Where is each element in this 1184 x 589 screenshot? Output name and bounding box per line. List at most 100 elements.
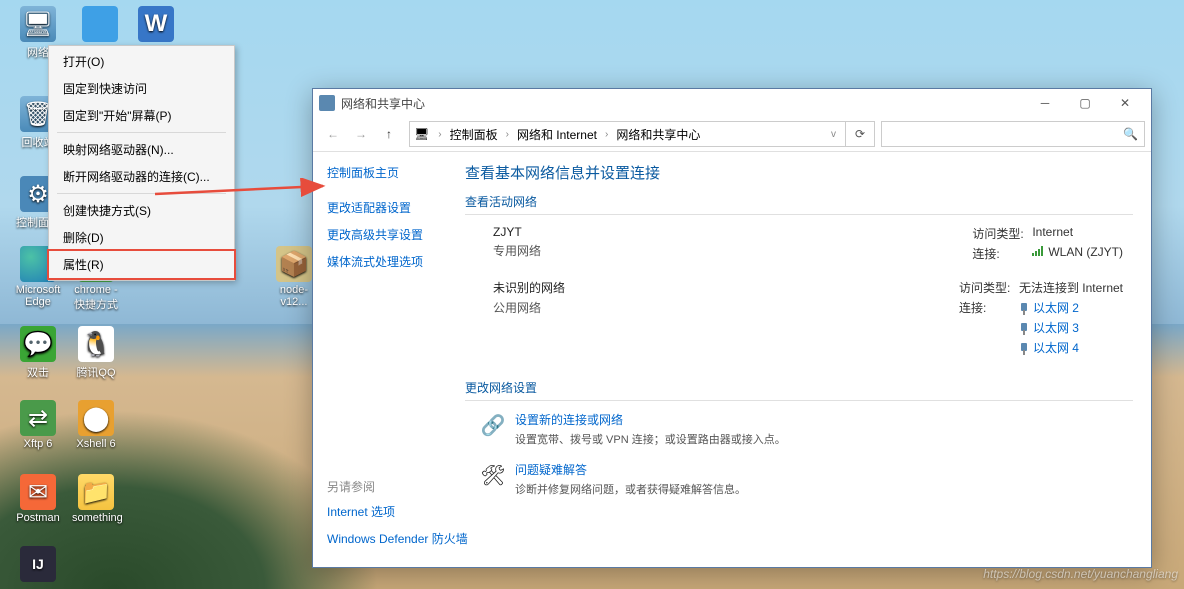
network-sharing-window: 网络和共享中心 ─ ▢ ✕ ← → ↑ 🖥 › 控制面板 › 网络和 Inter… — [312, 88, 1152, 568]
watermark: https://blog.csdn.net/yuanchangliang — [983, 567, 1178, 581]
net1-name: ZJYT — [493, 225, 713, 239]
see-also-label: 另请参阅 — [327, 478, 468, 495]
icon-label: 腾讯QQ — [76, 367, 115, 379]
icon-label: Xftp 6 — [24, 438, 53, 450]
ctx-properties[interactable]: 属性(R) — [47, 249, 236, 280]
bc-icon: 🖥 — [414, 127, 429, 141]
icon-label: node-v12... — [280, 284, 308, 308]
sidebar-media[interactable]: 媒体流式处理选项 — [327, 253, 455, 270]
chevron-icon: › — [433, 129, 446, 140]
desktop-icon-qq[interactable]: 🐧 腾讯QQ — [72, 326, 120, 380]
sidebar: 控制面板主页 更改适配器设置 更改高级共享设置 媒体流式处理选项 另请参阅 In… — [313, 152, 455, 567]
breadcrumb[interactable]: 🖥 › 控制面板 › 网络和 Internet › 网络和共享中心 v — [409, 121, 846, 147]
context-menu: 打开(O) 固定到快速访问 固定到"开始"屏幕(P) 映射网络驱动器(N)...… — [48, 45, 235, 281]
back-button[interactable]: ← — [319, 120, 347, 148]
folder-icon: 📁 — [78, 474, 114, 510]
chevron-down-icon[interactable]: v — [826, 129, 841, 140]
troubleshoot-desc: 诊断并修复网络问题，或者获得疑难解答信息。 — [515, 481, 746, 497]
desktop-icon-wechat[interactable]: 💬 双击 — [14, 326, 62, 380]
qq-icon: 🐧 — [78, 326, 114, 362]
chevron-icon: › — [501, 129, 514, 140]
setup-connection-desc: 设置宽带、拨号或 VPN 连接；或设置路由器或接入点。 — [515, 431, 786, 447]
footer-defender[interactable]: Windows Defender 防火墙 — [327, 530, 468, 547]
net2-access-val: 无法连接到 Internet — [1019, 279, 1123, 296]
wechat-icon: 💬 — [20, 326, 56, 362]
net2-name: 未识别的网络 — [493, 279, 713, 296]
search-input[interactable]: 🔍 — [881, 121, 1145, 147]
ethernet-icon — [1019, 323, 1029, 335]
ctx-delete[interactable]: 删除(D) — [49, 224, 234, 251]
setup-connection-icon: 🔗 — [479, 411, 507, 439]
xftp-icon: ⇄ — [20, 400, 56, 436]
wps-icon: W — [138, 6, 174, 42]
icon-label: 双击 — [27, 367, 49, 379]
bc-sharing-center[interactable]: 网络和共享中心 — [613, 124, 703, 145]
setup-connection-link[interactable]: 设置新的连接或网络 — [515, 411, 786, 428]
net1-conn-link[interactable]: WLAN (ZJYT) — [1032, 245, 1123, 262]
ctx-map-drive[interactable]: 映射网络驱动器(N)... — [49, 136, 234, 163]
forward-button[interactable]: → — [347, 120, 375, 148]
troubleshoot-link[interactable]: 问题疑难解答 — [515, 461, 746, 478]
icon-label: 网络 — [27, 47, 49, 59]
section-change-settings: 更改网络设置 — [465, 379, 1133, 401]
icon-label: Microsoft Edge — [16, 284, 61, 308]
xshell-icon: ⬤ — [78, 400, 114, 436]
desktop-icon-xshell[interactable]: ⬤ Xshell 6 — [72, 400, 120, 450]
vscode-icon — [82, 6, 118, 42]
ctx-sep — [57, 132, 226, 133]
footer-internet-options[interactable]: Internet 选项 — [327, 503, 468, 520]
maximize-button[interactable]: ▢ — [1065, 89, 1105, 117]
content-area: 查看基本网络信息并设置连接 查看活动网络 ZJYT 专用网络 访问类型:Inte… — [455, 152, 1151, 567]
minimize-button[interactable]: ─ — [1025, 89, 1065, 117]
desktop-icon-node[interactable]: 📦node-v12... — [270, 246, 318, 308]
icon-label: something — [72, 512, 123, 524]
desktop-icon-wps[interactable]: W — [132, 6, 180, 44]
page-heading: 查看基本网络信息并设置连接 — [465, 162, 1133, 183]
eth2-link[interactable]: 以太网 2 — [1033, 301, 1079, 315]
net2-access-lbl: 访问类型: — [959, 279, 1019, 296]
node-icon: 📦 — [276, 246, 312, 282]
titlebar[interactable]: 网络和共享中心 ─ ▢ ✕ — [313, 89, 1151, 117]
desktop-icon-vscode[interactable] — [76, 6, 124, 44]
ctx-sep — [57, 193, 226, 194]
net1-access-lbl: 访问类型: — [972, 225, 1032, 242]
search-icon: 🔍 — [1123, 127, 1138, 141]
ctx-open[interactable]: 打开(O) — [49, 48, 234, 75]
ethernet-icon — [1019, 303, 1029, 315]
net2-type: 公用网络 — [493, 299, 713, 316]
icon-label: chrome - 快捷方式 — [74, 284, 118, 311]
net2-conn-lbl: 连接: — [959, 299, 1019, 316]
icon-label: Xshell 6 — [76, 438, 115, 450]
desktop-icon-postman[interactable]: ✉ Postman — [14, 474, 62, 524]
postman-icon: ✉ — [20, 474, 56, 510]
troubleshoot-icon: 🛠 — [479, 461, 507, 489]
refresh-button[interactable]: ⟳ — [846, 121, 875, 147]
up-button[interactable]: ↑ — [375, 120, 403, 148]
net1-conn-lbl: 连接: — [972, 245, 1032, 262]
network-icon: 🖥 — [20, 6, 56, 42]
ctx-pin-quick[interactable]: 固定到快速访问 — [49, 75, 234, 102]
eth3-link[interactable]: 以太网 3 — [1033, 321, 1079, 335]
bc-network-internet[interactable]: 网络和 Internet — [514, 124, 600, 145]
sidebar-home[interactable]: 控制面板主页 — [327, 164, 455, 181]
desktop-icon-intellij[interactable]: IJ — [14, 546, 62, 584]
ctx-disconnect[interactable]: 断开网络驱动器的连接(C)... — [49, 163, 234, 190]
eth4-link[interactable]: 以太网 4 — [1033, 341, 1079, 355]
icon-label: Postman — [16, 512, 59, 524]
ctx-pin-start[interactable]: 固定到"开始"屏幕(P) — [49, 102, 234, 129]
desktop-icon-something[interactable]: 📁 something — [72, 474, 120, 524]
nav-row: ← → ↑ 🖥 › 控制面板 › 网络和 Internet › 网络和共享中心 … — [313, 117, 1151, 152]
app-icon — [319, 95, 335, 111]
sidebar-adapter[interactable]: 更改适配器设置 — [327, 199, 455, 216]
sidebar-sharing[interactable]: 更改高级共享设置 — [327, 226, 455, 243]
net1-access-val: Internet — [1032, 225, 1073, 242]
window-title: 网络和共享中心 — [341, 95, 425, 112]
close-button[interactable]: ✕ — [1105, 89, 1145, 117]
bc-control-panel[interactable]: 控制面板 — [447, 124, 501, 145]
ethernet-icon — [1019, 343, 1029, 355]
chevron-icon: › — [600, 129, 613, 140]
intellij-icon: IJ — [20, 546, 56, 582]
ctx-shortcut[interactable]: 创建快捷方式(S) — [49, 197, 234, 224]
net1-type: 专用网络 — [493, 242, 713, 259]
desktop-icon-xftp[interactable]: ⇄ Xftp 6 — [14, 400, 62, 450]
